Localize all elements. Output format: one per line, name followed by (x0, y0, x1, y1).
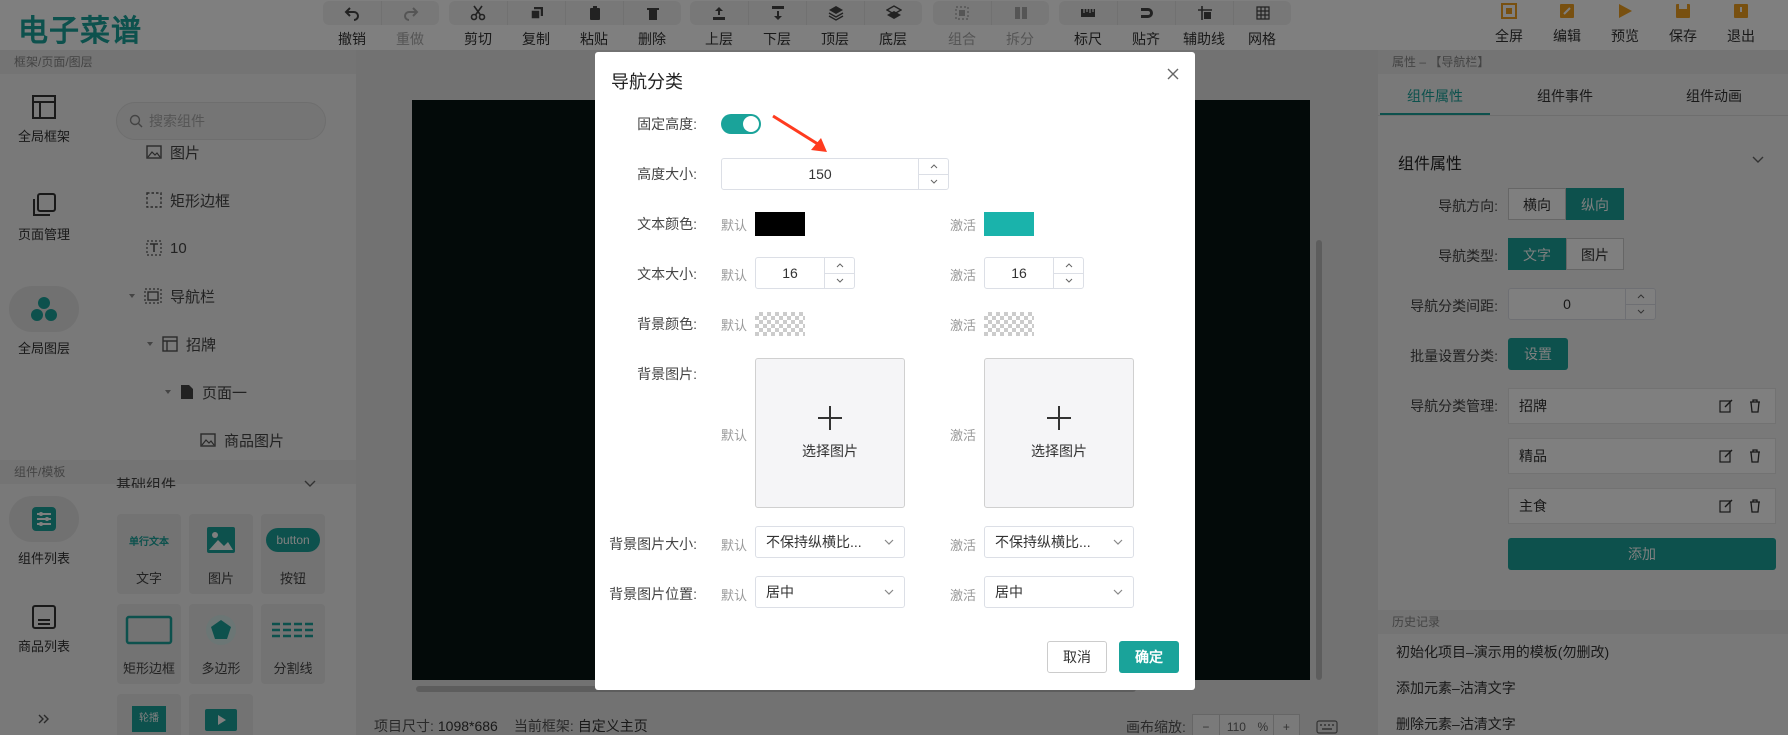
select-value: 居中 (995, 584, 1023, 600)
increment-button[interactable] (919, 159, 948, 174)
bg-image-label: 背景图片: (637, 366, 697, 382)
bg-image-pos-active-select[interactable]: 居中 (984, 576, 1134, 608)
upload-label: 选择图片 (802, 443, 858, 459)
active-sub-label: 激活 (950, 538, 977, 553)
fixed-height-switch[interactable] (721, 114, 761, 134)
bg-color-active-swatch[interactable] (984, 312, 1034, 336)
increment-button[interactable] (825, 258, 854, 273)
chevron-up-icon (930, 164, 937, 169)
plus-icon (818, 406, 842, 430)
bg-image-default-upload[interactable]: 选择图片 (755, 358, 905, 508)
text-size-active-input[interactable]: 16 (984, 257, 1084, 289)
chevron-down-icon (1113, 589, 1123, 595)
bg-image-size-label: 背景图片大小: (609, 536, 697, 552)
height-size-input[interactable]: 150 (721, 158, 949, 190)
text-size-active-value: 16 (1011, 265, 1027, 281)
decrement-button[interactable] (825, 272, 854, 289)
plus-icon (1047, 406, 1071, 430)
switch-knob (743, 116, 759, 132)
bg-image-size-active-select[interactable]: 不保持纵横比... (984, 526, 1134, 558)
cancel-button[interactable]: 取消 (1047, 641, 1107, 673)
text-size-label: 文本大小: (637, 266, 697, 282)
chevron-up-icon (1065, 263, 1072, 268)
default-sub-label: 默认 (721, 218, 748, 233)
height-size-value: 150 (808, 166, 832, 182)
bg-image-size-default-select[interactable]: 不保持纵横比... (755, 526, 905, 558)
default-sub-label: 默认 (721, 268, 748, 283)
bg-image-active-upload[interactable]: 选择图片 (984, 358, 1134, 508)
default-sub-label: 默认 (721, 538, 748, 553)
decrement-button[interactable] (919, 173, 948, 190)
increment-button[interactable] (1054, 258, 1083, 273)
bg-image-pos-label: 背景图片位置: (609, 586, 697, 602)
text-size-default-value: 16 (782, 265, 798, 281)
chevron-down-icon (884, 539, 894, 545)
select-value: 不保持纵横比... (995, 534, 1091, 550)
upload-label: 选择图片 (1031, 443, 1087, 459)
dialog-title: 导航分类 (611, 72, 683, 92)
text-size-default-input[interactable]: 16 (755, 257, 855, 289)
default-sub-label: 默认 (721, 588, 748, 603)
chevron-down-icon (884, 589, 894, 595)
text-color-active-swatch[interactable] (984, 212, 1034, 236)
chevron-down-icon (1065, 278, 1072, 283)
default-sub-label: 默认 (721, 318, 748, 333)
chevron-down-icon (836, 278, 843, 283)
active-sub-label: 激活 (950, 318, 977, 333)
active-sub-label: 激活 (950, 218, 977, 233)
bg-image-pos-default-select[interactable]: 居中 (755, 576, 905, 608)
select-value: 不保持纵横比... (766, 534, 862, 550)
dialog-close-button[interactable] (1163, 64, 1183, 84)
chevron-down-icon (930, 179, 937, 184)
chevron-up-icon (836, 263, 843, 268)
nav-category-dialog: 导航分类 固定高度: 高度大小: 150 文本颜色: 默认 激活 文本大小: 默… (595, 52, 1195, 690)
active-sub-label: 激活 (950, 428, 977, 443)
text-color-default-swatch[interactable] (755, 212, 805, 236)
active-sub-label: 激活 (950, 268, 977, 283)
close-icon (1167, 68, 1179, 80)
fixed-height-label: 固定高度: (637, 116, 697, 132)
arrow-annotation-icon (772, 114, 827, 152)
confirm-button[interactable]: 确定 (1119, 641, 1179, 673)
active-sub-label: 激活 (950, 588, 977, 603)
bg-color-default-swatch[interactable] (755, 312, 805, 336)
decrement-button[interactable] (1054, 272, 1083, 289)
chevron-down-icon (1113, 539, 1123, 545)
height-size-label: 高度大小: (637, 166, 697, 182)
select-value: 居中 (766, 584, 794, 600)
default-sub-label: 默认 (721, 428, 748, 443)
text-color-label: 文本颜色: (637, 216, 697, 232)
bg-color-label: 背景颜色: (637, 316, 697, 332)
